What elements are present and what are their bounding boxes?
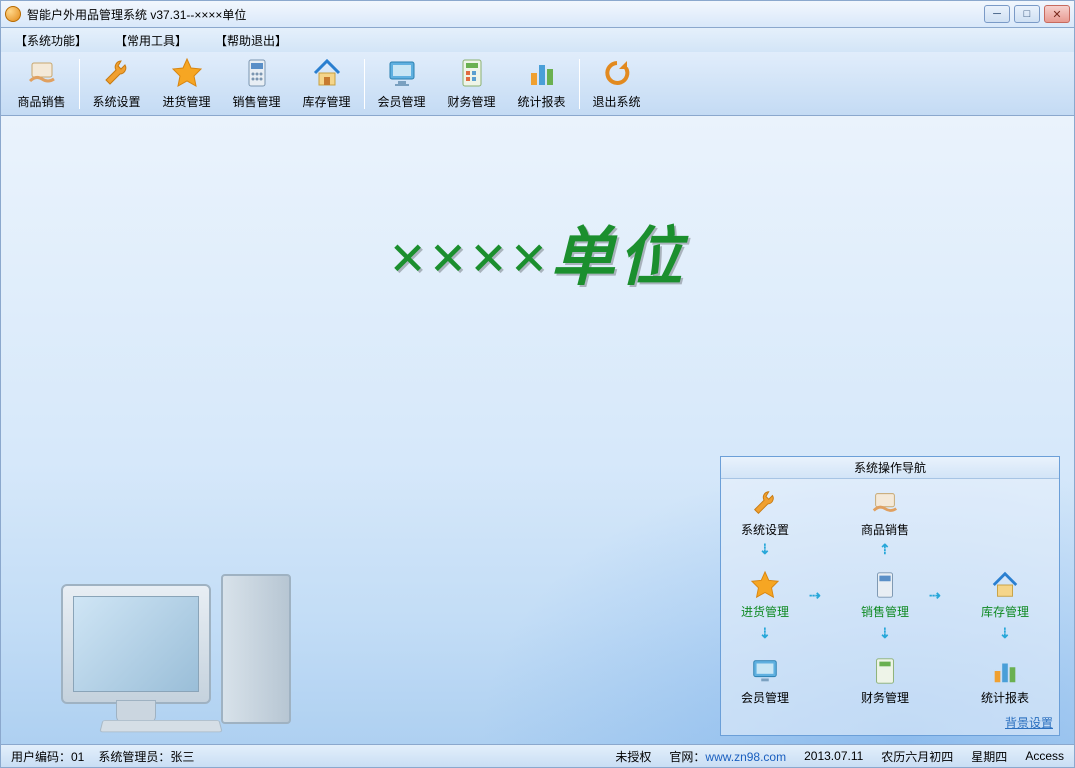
nav-label: 财务管理 — [861, 689, 909, 706]
status-db: Access — [1025, 749, 1064, 763]
status-site-label: 官网： — [669, 750, 705, 764]
monitor-icon — [386, 57, 418, 89]
nav-member-mgmt[interactable]: 会员管理 — [737, 655, 793, 706]
wrench-icon — [749, 487, 781, 519]
nav-sales-mgmt[interactable]: 销售管理 — [857, 569, 913, 620]
nav-finance-mgmt[interactable]: 财务管理 — [857, 655, 913, 706]
toolbar-label: 进货管理 — [162, 93, 210, 110]
nav-panel: 系统操作导航 系统设置 商品销售 ⇣ ⇡ 进货管理 ⇢ 销售管理 — [720, 456, 1060, 736]
toolbar-label: 退出系统 — [592, 93, 640, 110]
statusbar: 用户编码：01 系统管理员：张三 未授权 官网：www.zn98.com 201… — [0, 744, 1075, 768]
nav-label: 库存管理 — [981, 603, 1029, 620]
toolbar-separator — [79, 59, 80, 109]
toolbar: 商品销售 系统设置 进货管理 销售管理 库存管理 会员管理 财务 — [0, 52, 1075, 116]
status-lunar: 农历六月初四 — [881, 748, 953, 765]
computer-illustration — [61, 534, 321, 734]
minimize-button[interactable]: ─ — [984, 5, 1010, 23]
calculator-icon — [241, 57, 273, 89]
chart-icon — [989, 655, 1021, 687]
toolbar-finance-mgmt[interactable]: 财务管理 — [437, 54, 507, 114]
status-user-code: 用户编码：01 — [11, 748, 84, 765]
nav-label: 商品销售 — [861, 521, 909, 538]
toolbar-stock-mgmt[interactable]: 库存管理 — [292, 54, 362, 114]
menu-help-exit[interactable]: 【帮助退出】 — [215, 32, 287, 49]
nav-label: 统计报表 — [981, 689, 1029, 706]
refresh-icon — [601, 57, 633, 89]
hand-card-icon — [26, 57, 58, 89]
arrow-down-icon: ⇣ — [759, 541, 771, 558]
arrow-up-icon: ⇡ — [879, 541, 891, 558]
toolbar-label: 库存管理 — [302, 93, 350, 110]
titlebar: 智能户外用品管理系统 v37.31--××××单位 ─ □ ✕ — [0, 0, 1075, 28]
arrow-right-icon: ⇢ — [929, 587, 941, 604]
bg-setting-link[interactable]: 背景设置 — [1005, 714, 1053, 731]
nav-panel-body: 系统设置 商品销售 ⇣ ⇡ 进货管理 ⇢ 销售管理 ⇢ 库存管理 — [721, 479, 1059, 735]
status-admin: 系统管理员：张三 — [98, 748, 194, 765]
company-title: ××××单位 — [389, 206, 687, 298]
house-icon — [311, 57, 343, 89]
toolbar-exit[interactable]: 退出系统 — [582, 54, 652, 114]
toolbar-label: 系统设置 — [92, 93, 140, 110]
hand-card-icon — [869, 487, 901, 519]
status-site: 官网：www.zn98.com — [669, 748, 786, 765]
toolbar-label: 商品销售 — [17, 93, 65, 110]
calc2-icon — [869, 655, 901, 687]
toolbar-product-sales[interactable]: 商品销售 — [7, 54, 77, 114]
nav-product-sales[interactable]: 商品销售 — [857, 487, 913, 538]
window-controls: ─ □ ✕ — [984, 5, 1070, 23]
wrench-icon — [101, 57, 133, 89]
nav-system-settings[interactable]: 系统设置 — [737, 487, 793, 538]
menu-system[interactable]: 【系统功能】 — [15, 32, 87, 49]
calc2-icon — [456, 57, 488, 89]
toolbar-label: 统计报表 — [517, 93, 565, 110]
arrow-down-icon: ⇣ — [879, 625, 891, 642]
menu-tools[interactable]: 【常用工具】 — [115, 32, 187, 49]
calculator-icon — [869, 569, 901, 601]
nav-label: 系统设置 — [741, 521, 789, 538]
status-auth: 未授权 — [615, 748, 651, 765]
chart-icon — [526, 57, 558, 89]
status-site-link[interactable]: www.zn98.com — [705, 750, 786, 764]
toolbar-purchase-mgmt[interactable]: 进货管理 — [152, 54, 222, 114]
arrow-right-icon: ⇢ — [809, 587, 821, 604]
house-icon — [989, 569, 1021, 601]
nav-purchase-mgmt[interactable]: 进货管理 — [737, 569, 793, 620]
toolbar-system-settings[interactable]: 系统设置 — [82, 54, 152, 114]
nav-stock-mgmt[interactable]: 库存管理 — [977, 569, 1033, 620]
star-icon — [749, 569, 781, 601]
main-area: ××××单位 系统操作导航 系统设置 商品销售 ⇣ ⇡ 进货管理 — [0, 116, 1075, 744]
toolbar-label: 会员管理 — [377, 93, 425, 110]
monitor-icon — [749, 655, 781, 687]
window-title: 智能户外用品管理系统 v37.31--××××单位 — [27, 6, 984, 23]
toolbar-separator — [364, 59, 365, 109]
toolbar-member-mgmt[interactable]: 会员管理 — [367, 54, 437, 114]
star-icon — [171, 57, 203, 89]
toolbar-separator — [579, 59, 580, 109]
nav-label: 会员管理 — [741, 689, 789, 706]
status-weekday: 星期四 — [971, 748, 1007, 765]
status-date: 2013.07.11 — [804, 749, 863, 763]
toolbar-label: 销售管理 — [232, 93, 280, 110]
close-button[interactable]: ✕ — [1044, 5, 1070, 23]
nav-panel-title: 系统操作导航 — [721, 457, 1059, 479]
nav-label: 销售管理 — [861, 603, 909, 620]
arrow-down-icon: ⇣ — [759, 625, 771, 642]
arrow-down-icon: ⇣ — [999, 625, 1011, 642]
maximize-button[interactable]: □ — [1014, 5, 1040, 23]
toolbar-sales-mgmt[interactable]: 销售管理 — [222, 54, 292, 114]
nav-label: 进货管理 — [741, 603, 789, 620]
menubar: 【系统功能】 【常用工具】 【帮助退出】 — [0, 28, 1075, 52]
toolbar-label: 财务管理 — [447, 93, 495, 110]
nav-stats-report[interactable]: 统计报表 — [977, 655, 1033, 706]
app-icon — [5, 6, 21, 22]
toolbar-stats-report[interactable]: 统计报表 — [507, 54, 577, 114]
